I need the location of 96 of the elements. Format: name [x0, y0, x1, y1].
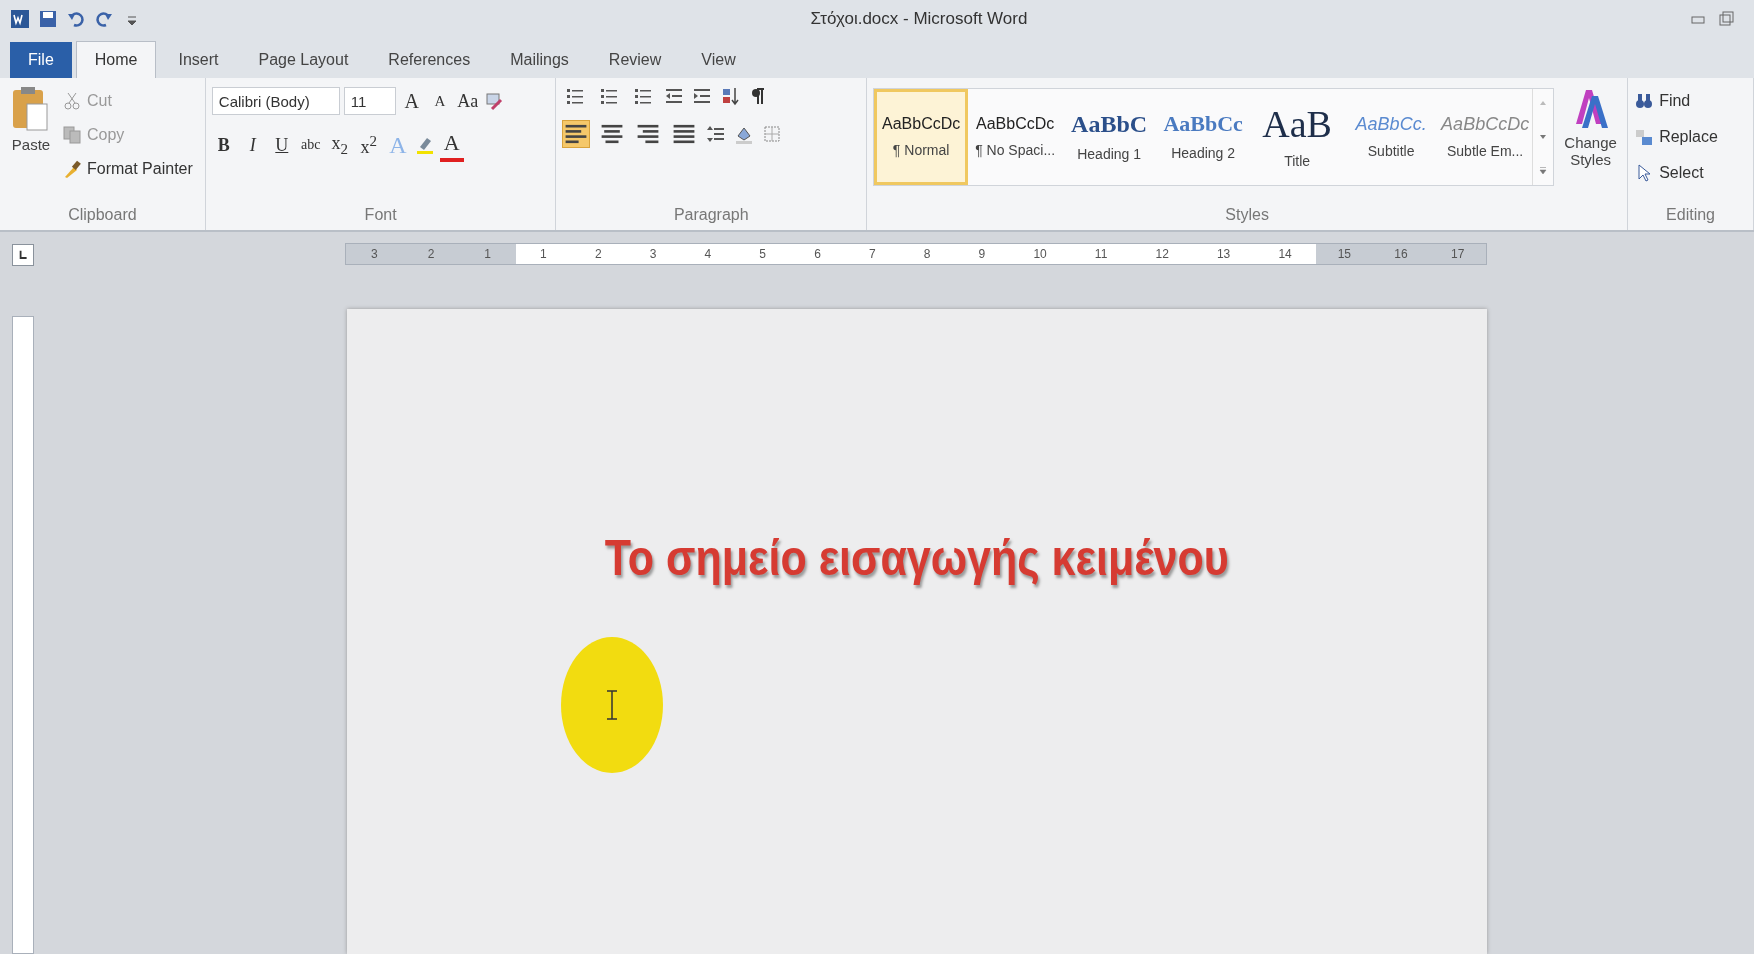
style-item[interactable]: AaBbCcDc ¶ No Spaci...: [968, 89, 1063, 185]
style-name: Title: [1284, 153, 1311, 169]
grow-font-button[interactable]: A: [399, 86, 424, 116]
style-item[interactable]: AaBbCc Heading 2: [1156, 89, 1251, 185]
group-label: Paragraph: [673, 206, 749, 225]
style-sample: AaBbCc: [1163, 113, 1243, 135]
style-item[interactable]: AaBbCcDc ¶ Normal: [874, 89, 969, 185]
editing-button[interactable]: Find: [1634, 86, 1718, 116]
line-spacing-icon[interactable]: [706, 124, 727, 144]
style-name: Heading 1: [1077, 146, 1142, 162]
replace-icon[interactable]: [1634, 127, 1655, 147]
ruler-number: 4: [704, 247, 712, 261]
decrease-indent-icon[interactable]: [664, 86, 685, 106]
document-heading: Το σημείο εισαγωγής κειμένου: [605, 529, 1229, 587]
ribbon-tab[interactable]: References: [370, 42, 489, 78]
style-item[interactable]: AaBbCcDc Subtle Em...: [1438, 89, 1533, 185]
sort-icon[interactable]: [720, 86, 741, 106]
format-button[interactable]: abc: [298, 130, 323, 160]
restore-icon[interactable]: [1716, 9, 1736, 29]
ribbon-tab[interactable]: Review: [590, 42, 680, 78]
style-sample: AaB: [1262, 105, 1332, 143]
font-size-field[interactable]: 11: [343, 87, 396, 115]
text-cursor-icon: [606, 690, 618, 720]
ruler-number: 15: [1337, 247, 1351, 261]
align-icon[interactable]: [562, 120, 591, 148]
left-tab-icon[interactable]: [17, 249, 29, 261]
ribbon-tab[interactable]: View: [683, 42, 754, 78]
ruler-number: 5: [759, 247, 766, 261]
ruler-number: 3: [649, 247, 657, 261]
ribbon-tab[interactable]: Home: [75, 41, 157, 78]
ribbon-tab[interactable]: Page Layout: [240, 42, 367, 78]
ruler-number: 2: [427, 247, 435, 261]
format-button[interactable]: B: [211, 130, 236, 160]
ruler-number: 10: [1033, 247, 1047, 261]
group-label: Styles: [1225, 206, 1269, 225]
paste-button[interactable]: Paste: [6, 86, 56, 206]
editing-button[interactable]: Replace: [1634, 122, 1718, 152]
style-sample: AaBbCcDc: [1441, 115, 1530, 133]
ribbon-tab[interactable]: Insert: [160, 42, 237, 78]
ruler-number: 12: [1155, 247, 1169, 261]
shrink-font-button[interactable]: A: [427, 86, 452, 116]
style-item[interactable]: AaB Title: [1250, 89, 1345, 185]
font-name-field[interactable]: Calibri (Body): [211, 87, 340, 115]
highlighter-icon[interactable]: [414, 135, 435, 155]
format-button[interactable]: x$_{2}$: [327, 130, 352, 160]
tab-selector[interactable]: [12, 244, 34, 266]
ruler-number: 1: [540, 247, 547, 261]
style-sample: AaBbCc.: [1355, 115, 1427, 133]
increase-indent-icon[interactable]: [692, 86, 713, 106]
more-icon[interactable]: [1538, 166, 1549, 176]
clear-format-icon[interactable]: [483, 91, 504, 111]
brush-icon[interactable]: [62, 159, 82, 179]
ruler-number: 7: [868, 247, 876, 261]
ruler-number: 1: [484, 247, 491, 261]
ruler-number: 6: [814, 247, 821, 261]
ruler-number: 13: [1216, 247, 1231, 261]
save-icon[interactable]: [38, 9, 58, 29]
style-sample: AaBbC: [1071, 112, 1148, 136]
ruler-number: 2: [594, 247, 602, 261]
ruler-number: 3: [371, 247, 378, 261]
word-logo-icon[interactable]: [10, 9, 30, 29]
ribbon-tab[interactable]: File: [10, 42, 72, 78]
format-button[interactable]: U: [269, 130, 294, 160]
format-button[interactable]: I: [240, 130, 265, 160]
font-color-button[interactable]: A: [439, 128, 464, 162]
change-case-button[interactable]: Aa: [455, 86, 480, 116]
editing-button[interactable]: Select: [1634, 158, 1718, 188]
style-item[interactable]: AaBbC Heading 1: [1062, 89, 1157, 185]
clipboard-icon: [11, 86, 51, 132]
change-styles-button[interactable]: Change Styles: [1560, 86, 1622, 206]
window-title: Στόχοι.docx - Microsoft Word: [810, 9, 1028, 29]
ruler-number: 17: [1450, 247, 1465, 261]
style-name: Subtitle: [1367, 143, 1415, 159]
clipboard-button[interactable]: Format Painter: [62, 154, 193, 184]
ribbon-tab[interactable]: Mailings: [492, 42, 587, 78]
binoculars-icon[interactable]: [1634, 91, 1655, 111]
style-sample: AaBbCcDc: [882, 116, 961, 132]
ruler-number: 14: [1278, 247, 1292, 261]
style-sample: AaBbCcDc: [976, 116, 1055, 132]
ruler-number: 8: [923, 247, 931, 261]
style-name: ¶ Normal: [892, 142, 950, 158]
redo-icon[interactable]: [94, 9, 114, 29]
style-name: Subtle Em...: [1447, 143, 1524, 159]
undo-icon[interactable]: [66, 9, 86, 29]
ruler-number: 11: [1094, 247, 1108, 261]
group-label: Editing: [1666, 206, 1715, 225]
style-name: Heading 2: [1171, 145, 1236, 161]
style-item[interactable]: AaBbCc. Subtitle: [1344, 89, 1439, 185]
ruler-number: 16: [1394, 247, 1408, 261]
group-label: Clipboard: [68, 206, 137, 225]
ruler-number: 9: [978, 247, 986, 261]
group-label: Font: [364, 206, 397, 225]
horizontal-ruler[interactable]: 3 2 1 1 2 3 4 5 6 7 8 9 10 11 12 13 14 15 16 17: [345, 243, 1487, 265]
format-button[interactable]: x$^{2}$: [356, 130, 381, 160]
style-name: ¶ No Spaci...: [975, 142, 1056, 158]
scissors-icon[interactable]: [62, 91, 82, 111]
